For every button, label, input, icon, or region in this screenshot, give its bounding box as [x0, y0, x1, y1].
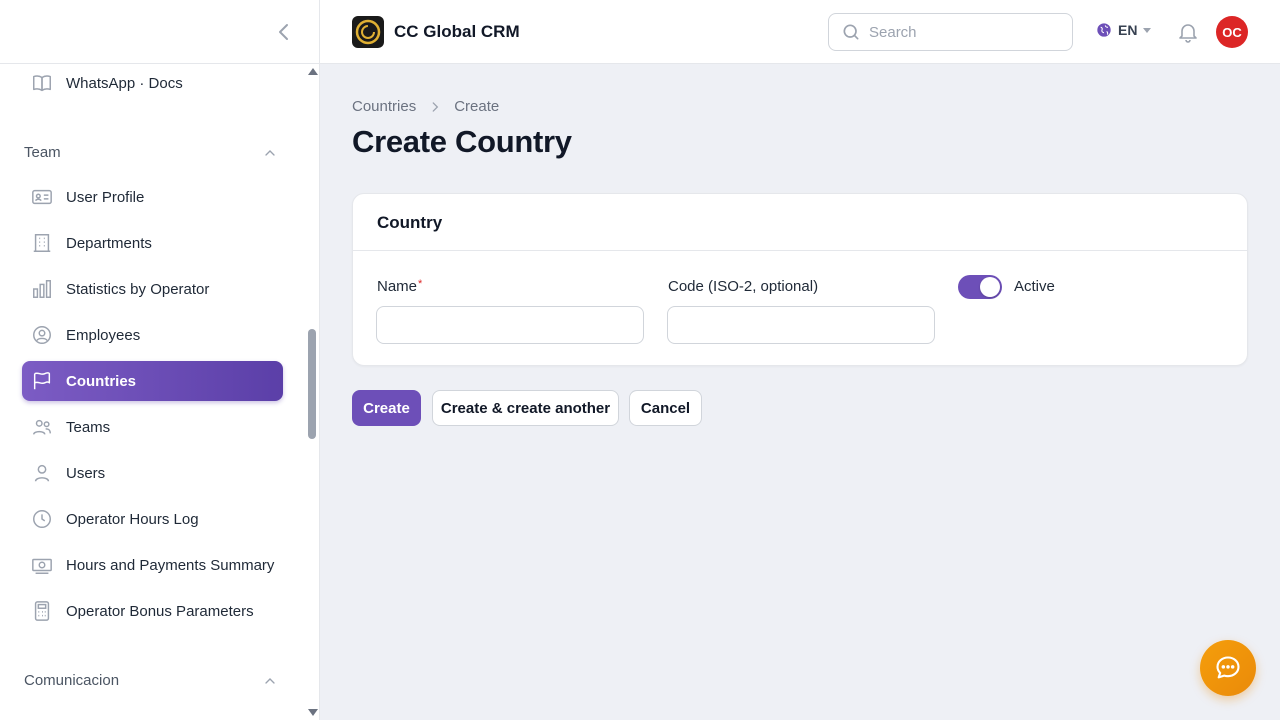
sidebar-item-operator-bonus-parameters[interactable]: Operator Bonus Parameters	[22, 591, 283, 631]
sidebar-item-label: Employees	[66, 326, 141, 344]
sidebar-item-label: Users	[66, 464, 106, 482]
sidebar-item-employees[interactable]: Employees	[22, 315, 283, 355]
active-label: Active	[1014, 278, 1055, 295]
scroll-down-arrow-icon[interactable]	[308, 709, 318, 716]
cancel-button[interactable]: Cancel	[629, 390, 702, 426]
sidebar-item-label: Countries	[66, 372, 137, 390]
sidebar-group-comunicacion[interactable]: Comunicacion	[24, 672, 284, 689]
name-label: Name*	[377, 278, 422, 295]
sidebar-item-label: Operator Hours Log	[66, 510, 199, 528]
id-card-icon	[30, 185, 54, 209]
sidebar-header	[0, 0, 319, 64]
bar-chart-icon	[30, 277, 54, 301]
user-avatar[interactable]: OC	[1216, 16, 1248, 48]
collapse-sidebar-button[interactable]	[272, 20, 296, 44]
sidebar-item-operator-hours-log[interactable]: Operator Hours Log	[22, 499, 283, 539]
chevron-up-icon	[265, 677, 275, 684]
caret-down-icon	[1143, 27, 1152, 33]
calculator-icon	[30, 599, 54, 623]
create-button[interactable]: Create	[352, 390, 421, 426]
sidebar-item-label: WhatsApp · Docs	[66, 74, 183, 92]
chevron-up-icon	[265, 149, 275, 156]
sidebar-item-statistics-by-operator[interactable]: Statistics by Operator	[22, 269, 283, 309]
clock-icon	[30, 507, 54, 531]
sidebar-item-label: Hours and Payments Summary	[66, 556, 275, 574]
sidebar-item-departments[interactable]: Departments	[22, 223, 283, 263]
user-circle-icon	[30, 323, 54, 347]
logo-icon	[355, 19, 381, 45]
scrollbar-thumb[interactable]	[308, 329, 316, 439]
section-title: Country	[377, 213, 443, 232]
breadcrumb: Countries Create	[352, 98, 499, 115]
sidebar-item-teams[interactable]: Teams	[22, 407, 283, 447]
sidebar-item-hours-and-payments-summary[interactable]: Hours and Payments Summary	[22, 545, 283, 585]
breadcrumb-current: Create	[454, 98, 500, 115]
sidebar-scrollbar[interactable]	[306, 64, 318, 720]
search-icon	[843, 24, 859, 40]
sidebar-nav: WhatsApp · Docs Team User Profile Depart…	[0, 64, 306, 720]
chevron-right-icon	[432, 101, 439, 112]
sidebar-item-label: Teams	[66, 418, 111, 436]
toggle-knob	[980, 277, 1000, 297]
active-toggle[interactable]	[958, 275, 1002, 299]
code-input[interactable]	[667, 306, 935, 344]
sidebar-item-whatsapp-docs[interactable]: WhatsApp · Docs	[22, 64, 283, 103]
sidebar-item-label: Operator Bonus Parameters	[66, 602, 254, 620]
sidebar: WhatsApp · Docs Team User Profile Depart…	[0, 0, 320, 720]
scroll-up-arrow-icon[interactable]	[308, 68, 318, 75]
user-icon	[30, 461, 54, 485]
search-box[interactable]	[828, 13, 1073, 51]
globe-icon	[1097, 23, 1111, 37]
code-label: Code (ISO-2, optional)	[668, 278, 819, 295]
country-form-card: Country Name* Code (ISO-2, optional) Act…	[352, 193, 1248, 366]
chat-bubble-icon	[1216, 656, 1240, 679]
building-icon	[30, 231, 54, 255]
sidebar-item-countries[interactable]: Countries	[22, 361, 283, 401]
flag-icon	[30, 369, 54, 393]
sidebar-item-label: Statistics by Operator	[66, 280, 210, 298]
required-mark: *	[418, 278, 423, 290]
banknote-icon	[30, 553, 54, 577]
users-icon	[30, 415, 54, 439]
language-switcher[interactable]: EN	[1096, 22, 1152, 38]
topbar: CC Global CRM EN OC	[320, 0, 1280, 64]
chat-button[interactable]	[1200, 640, 1256, 696]
name-label-text: Name	[377, 278, 418, 295]
sidebar-group-label: Team	[24, 144, 61, 161]
bell-icon	[1179, 24, 1197, 43]
sidebar-group-team[interactable]: Team	[24, 144, 284, 161]
sidebar-item-label: Departments	[66, 234, 152, 252]
notifications-button[interactable]	[1176, 20, 1200, 44]
name-input[interactable]	[376, 306, 644, 344]
page-title: Create Country	[352, 124, 572, 159]
app-title: CC Global CRM	[394, 22, 520, 41]
sidebar-item-user-profile[interactable]: User Profile	[22, 177, 283, 217]
card-header: Country	[353, 194, 1247, 251]
search-input[interactable]	[869, 23, 1059, 41]
create-another-button[interactable]: Create & create another	[432, 390, 619, 426]
sidebar-item-label: User Profile	[66, 188, 145, 206]
chevron-left-icon	[279, 24, 288, 40]
language-label: EN	[1118, 22, 1138, 38]
sidebar-group-label: Comunicacion	[24, 672, 120, 689]
breadcrumb-link-countries[interactable]: Countries	[352, 98, 416, 115]
sidebar-item-users[interactable]: Users	[22, 453, 283, 493]
brand-logo[interactable]	[352, 16, 384, 48]
book-icon	[30, 71, 54, 95]
